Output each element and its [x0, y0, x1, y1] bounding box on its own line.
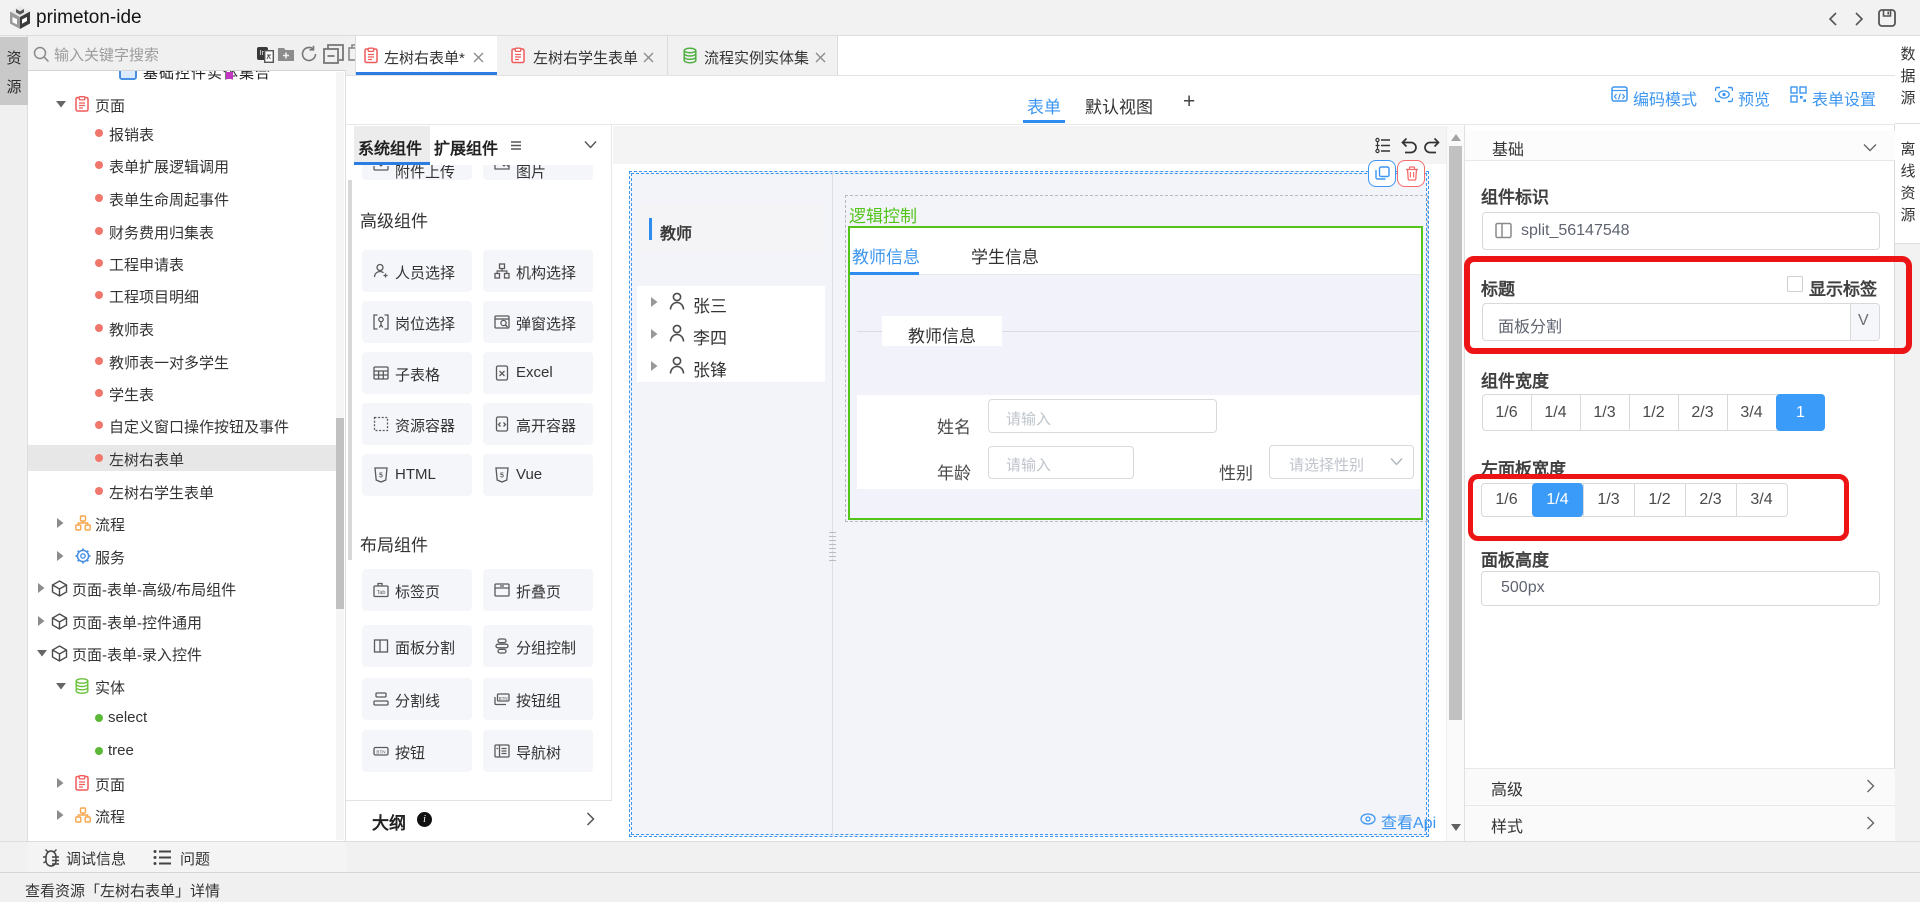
- svg-text:BTN: BTN: [376, 750, 385, 755]
- svg-text:Tab: Tab: [377, 590, 386, 596]
- svg-text:5: 5: [379, 473, 383, 480]
- svg-text:5: 5: [500, 473, 504, 480]
- svg-text:BTN: BTN: [499, 696, 508, 701]
